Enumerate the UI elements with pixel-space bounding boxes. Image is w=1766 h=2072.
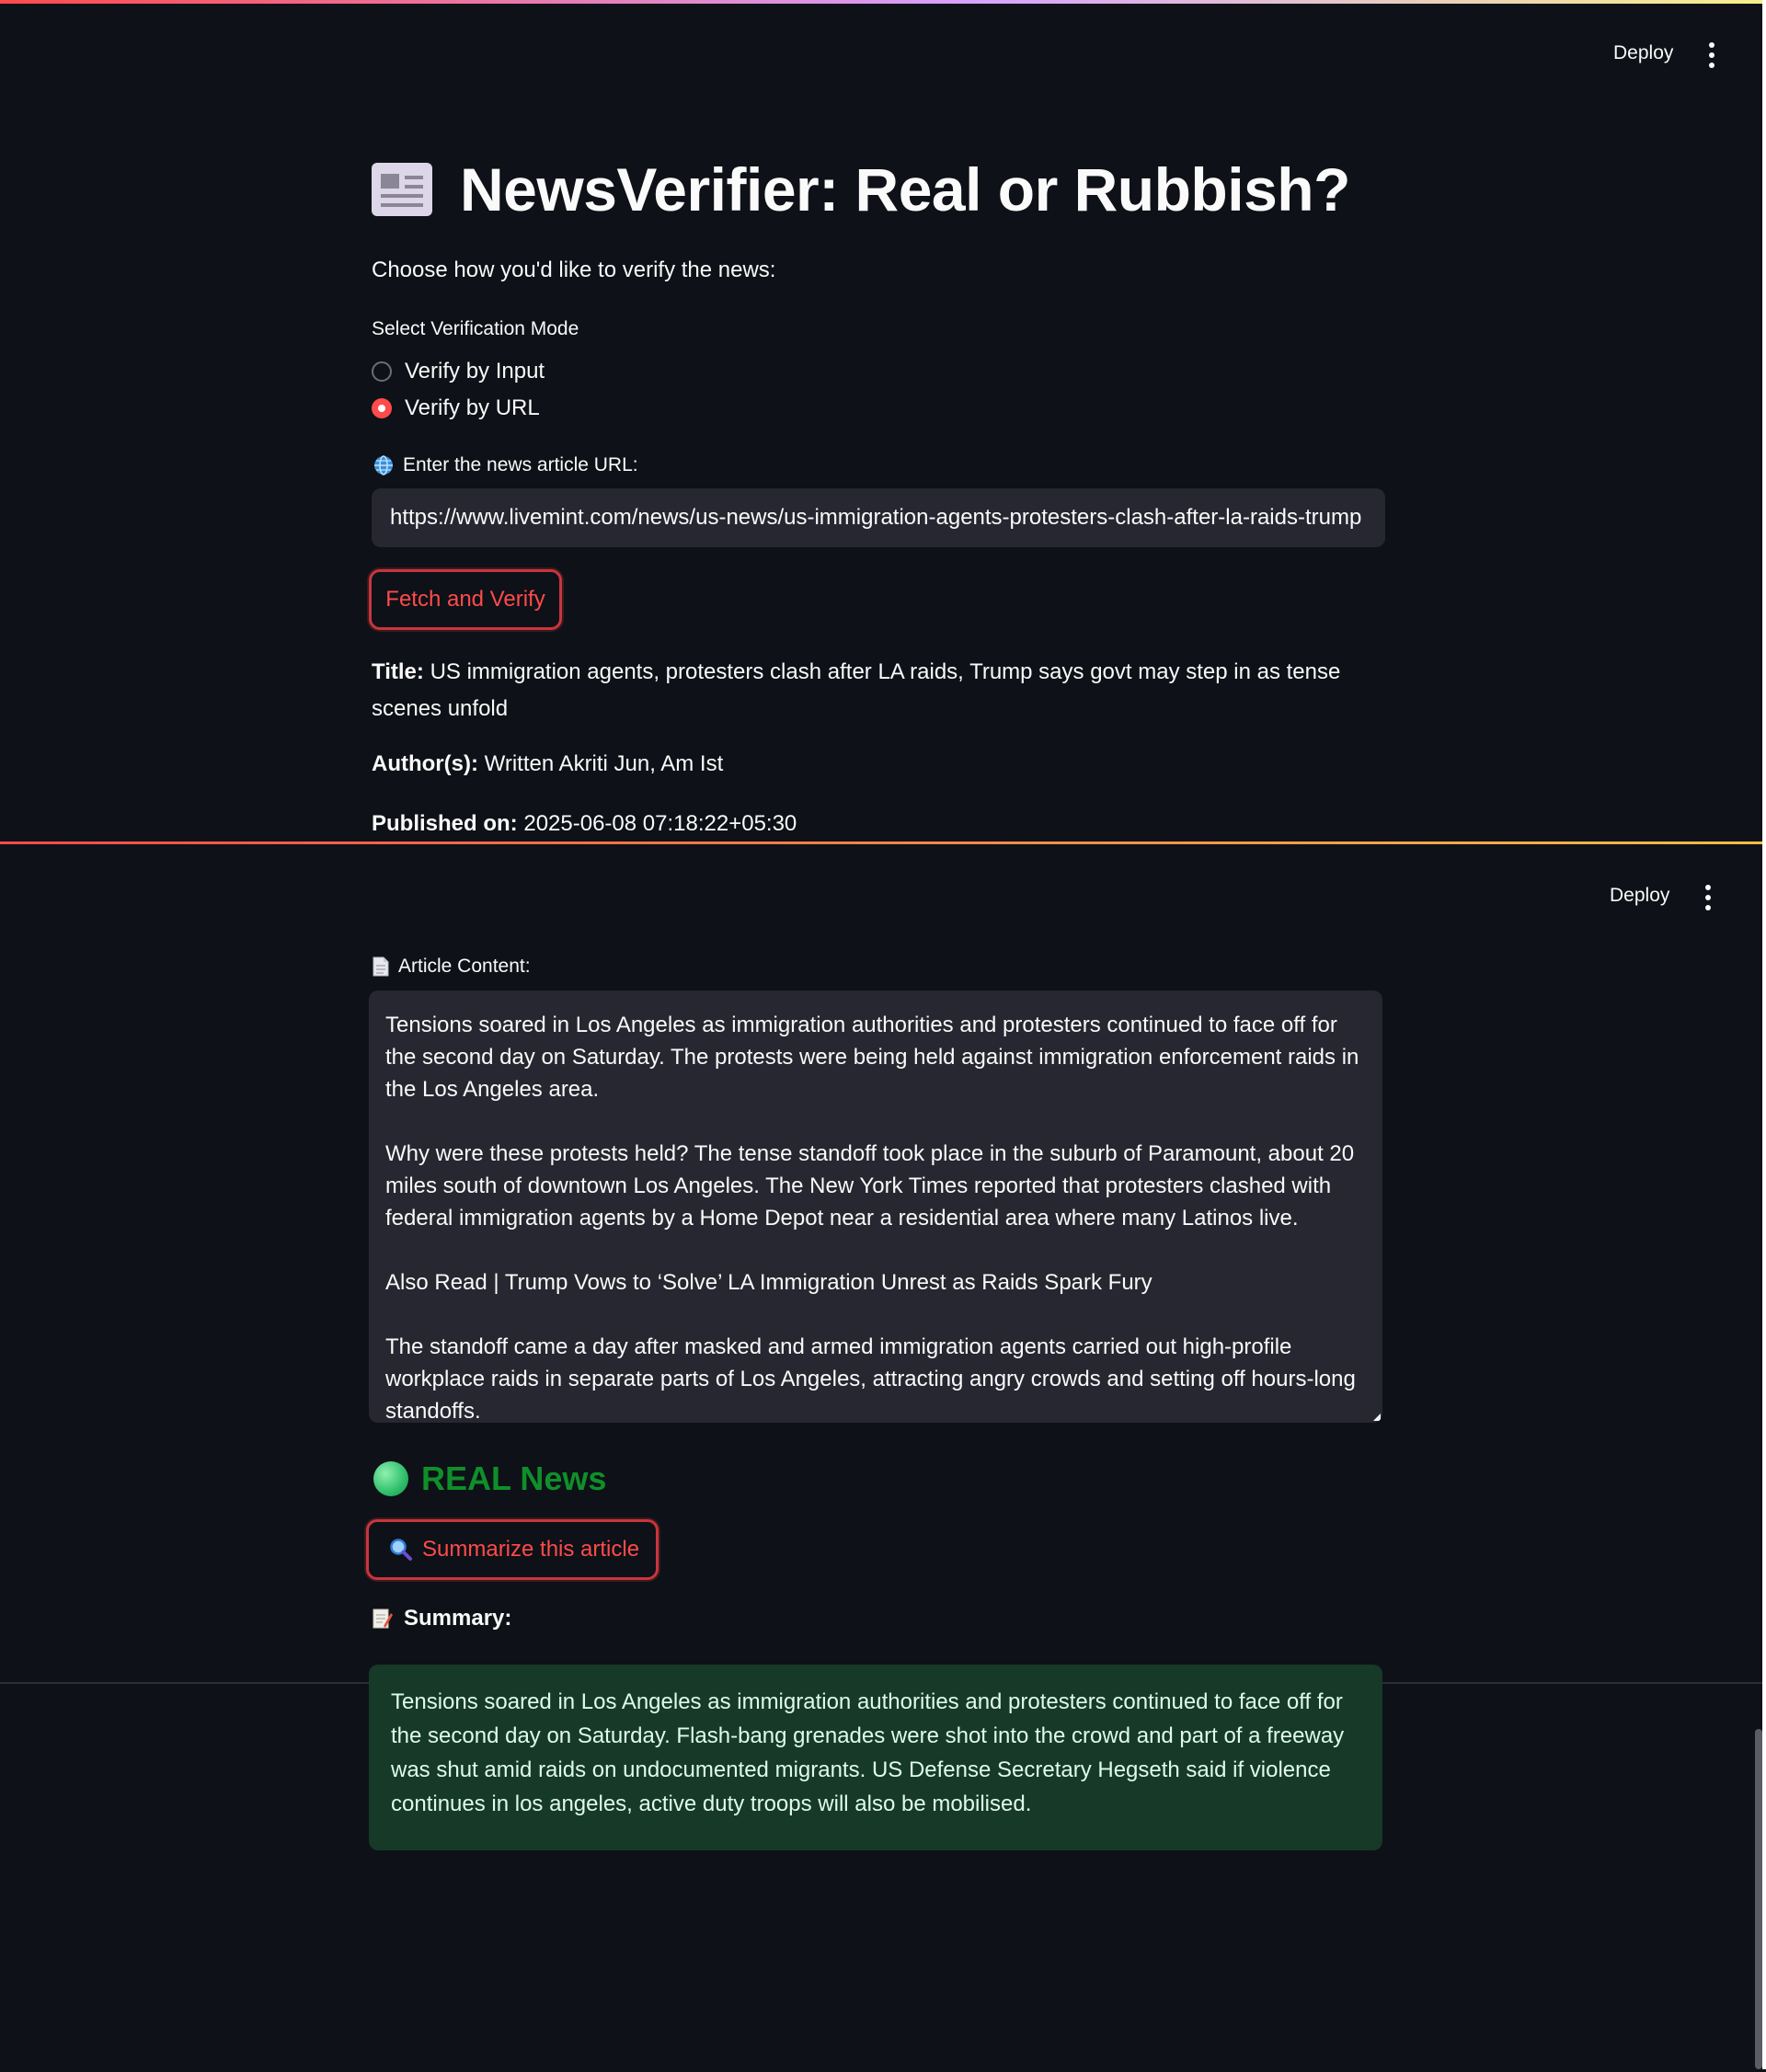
verdict-label: REAL News <box>421 1460 607 1497</box>
resize-handle-icon[interactable] <box>1373 1414 1381 1421</box>
magnifier-icon <box>390 1539 412 1561</box>
app-frame-top: Deploy NewsVerifier: Real or Rubbish? Ch… <box>0 0 1762 841</box>
article-paragraph: Tensions soared in Los Angeles as immigr… <box>385 1013 1359 1102</box>
intro-text: Choose how you'd like to verify the news… <box>372 258 776 282</box>
main-content-top: NewsVerifier: Real or Rubbish? Choose ho… <box>369 0 1385 841</box>
article-published-meta: Published on: 2025-06-08 07:18:22+05:30 <box>372 811 797 836</box>
article-paragraph: Also Read | Trump Vows to ‘Solve’ LA Imm… <box>385 1270 1152 1295</box>
url-field-label: Enter the news article URL: <box>373 454 638 476</box>
summary-text: Tensions soared in Los Angeles as immigr… <box>391 1689 1345 1816</box>
green-circle-icon <box>373 1461 408 1496</box>
summary-heading: Summary: <box>373 1606 511 1631</box>
article-paragraph: The standoff came a day after masked and… <box>385 1334 1356 1423</box>
deploy-button[interactable]: Deploy <box>1613 42 1673 64</box>
radio-circle-selected[interactable] <box>372 398 392 418</box>
article-title-meta: Title: US immigration agents, protesters… <box>372 659 1341 721</box>
window-edge <box>1762 0 1766 2069</box>
newspaper-icon <box>372 163 432 216</box>
radio-label: Verify by URL <box>405 395 540 420</box>
document-icon <box>373 956 389 977</box>
verdict-heading: REAL News <box>373 1460 606 1498</box>
radio-label: Verify by Input <box>405 359 545 383</box>
summarize-button[interactable]: Summarize this article <box>366 1519 659 1580</box>
mode-label: Select Verification Mode <box>372 318 579 339</box>
globe-icon <box>374 455 393 475</box>
summary-success-box: Tensions soared in Los Angeles as immigr… <box>369 1665 1382 1850</box>
scrollbar[interactable] <box>1755 1729 1762 2069</box>
url-input[interactable] <box>372 488 1385 547</box>
fetch-and-verify-button[interactable]: Fetch and Verify <box>369 569 562 630</box>
article-content-textarea[interactable]: Tensions soared in Los Angeles as immigr… <box>369 990 1382 1423</box>
main-menu-icon[interactable] <box>1704 42 1719 68</box>
page-title: NewsVerifier: Real or Rubbish? <box>460 155 1350 223</box>
radio-verify-by-url[interactable]: Verify by URL <box>372 395 540 421</box>
deploy-button[interactable]: Deploy <box>1610 885 1669 907</box>
article-author-meta: Author(s): Written Akriti Jun, Am Ist <box>372 751 724 776</box>
memo-icon <box>373 1608 393 1629</box>
radio-verify-by-input[interactable]: Verify by Input <box>372 359 545 384</box>
article-paragraph: Why were these protests held? The tense … <box>385 1141 1355 1231</box>
main-menu-icon[interactable] <box>1701 885 1715 910</box>
radio-circle[interactable] <box>372 361 392 382</box>
page-title-row: NewsVerifier: Real or Rubbish? <box>372 155 1350 224</box>
article-content-label: Article Content: <box>373 956 531 978</box>
